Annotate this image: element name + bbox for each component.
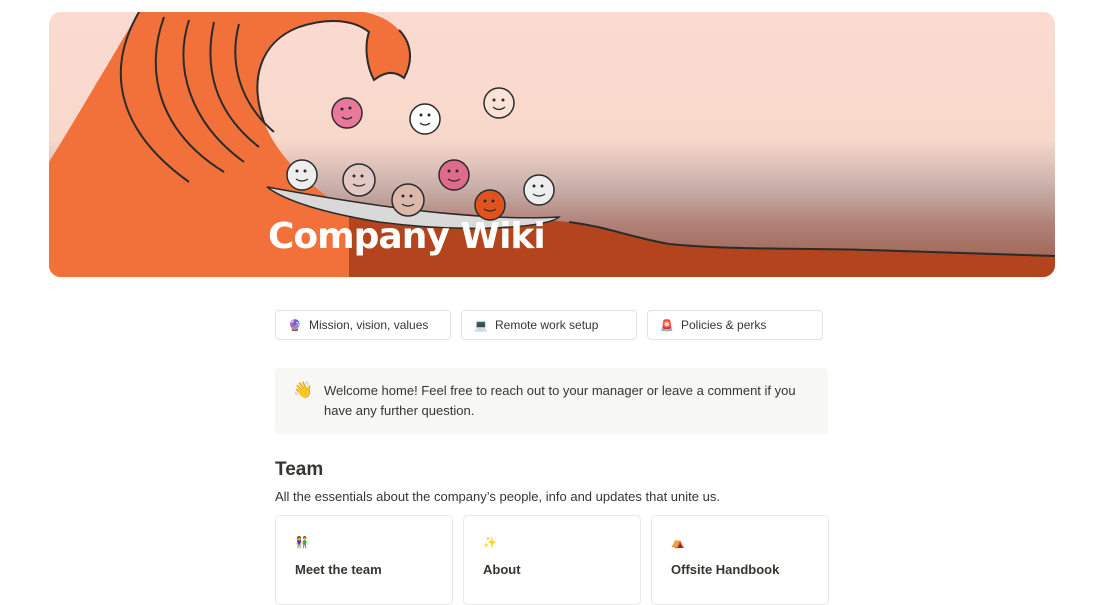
sparkles-icon: ✨ [483,537,497,549]
page-title: Company Wiki [268,216,546,257]
laptop-icon: 💻 [474,319,488,332]
link-mission-vision-values[interactable]: 🔮 Mission, vision, values [275,310,451,340]
link-label: Policies & perks [681,318,767,332]
link-label: Remote work setup [495,318,599,332]
card-title: About [483,562,521,577]
siren-icon: 🚨 [660,319,674,332]
people-icon: 👫 [295,537,309,549]
waving-hand-icon: 👋 [293,382,313,399]
link-remote-work-setup[interactable]: 💻 Remote work setup [461,310,637,340]
quick-links: 🔮 Mission, vision, values 💻 Remote work … [275,310,823,340]
card-about[interactable]: ✨ About [463,515,641,605]
cover-image: Company Wiki [49,12,1055,277]
link-label: Mission, vision, values [309,318,429,332]
card-title: Offsite Handbook [671,562,780,577]
card-title: Meet the team [295,562,382,577]
wave-illustration [49,12,1055,277]
crystal-ball-icon: 🔮 [288,319,302,332]
card-meet-the-team[interactable]: 👫 Meet the team [275,515,453,605]
team-cards: 👫 Meet the team ✨ About ⛺ Offsite Handbo… [275,515,829,605]
callout-text[interactable]: Welcome home! Feel free to reach out to … [324,381,804,434]
tent-icon: ⛺ [671,537,685,549]
card-offsite-handbook[interactable]: ⛺ Offsite Handbook [651,515,829,605]
link-policies-perks[interactable]: 🚨 Policies & perks [647,310,823,340]
team-subtitle: All the essentials about the company’s p… [275,489,720,504]
team-heading: Team [275,459,324,480]
welcome-callout: 👋 Welcome home! Feel free to reach out t… [275,368,828,434]
